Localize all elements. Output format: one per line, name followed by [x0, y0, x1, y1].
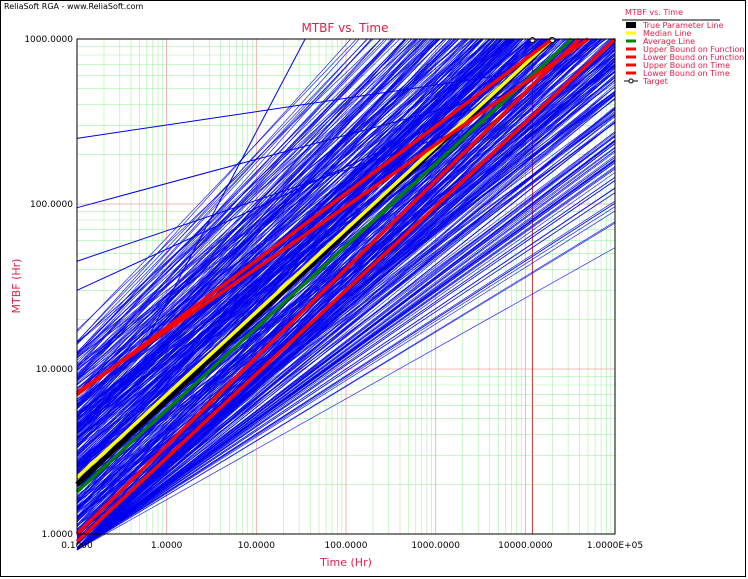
target-marker	[549, 37, 556, 43]
x-tick-label: 1.0000E+05	[587, 541, 643, 551]
legend-target-marker	[628, 78, 634, 84]
legend-swatch	[626, 47, 636, 51]
x-tick-labels: 0.1000 1.0000 10.0000 100.0000 1000.0000 1000…	[61, 541, 643, 551]
y-tick-label: 1000.0000	[24, 35, 73, 45]
mtbf-chart: MTBF vs. Time 0.1000 1.0000 10.0000 100.000…	[10, 8, 744, 569]
legend-swatch	[626, 31, 636, 35]
x-tick-label: 10.0000	[238, 541, 275, 551]
x-tick-label: 1000.0000	[411, 541, 460, 551]
target-marker	[529, 37, 536, 43]
legend-swatch	[626, 71, 636, 75]
x-tick-label: 10000.0000	[498, 541, 553, 551]
y-tick-label: 1.0000	[42, 530, 74, 540]
y-tick-labels: 1.0000 10.0000 100.0000 1000.0000	[24, 35, 73, 540]
legend-swatch	[626, 39, 636, 43]
x-tick-label: 100.0000	[325, 541, 368, 551]
y-axis-title: MTBF (Hr)	[10, 259, 23, 314]
x-tick-label: 0.1000	[61, 541, 93, 551]
x-axis-title: Time (Hr)	[319, 556, 372, 569]
legend-items: True Parameter LineMedian LineAverage Li…	[624, 21, 744, 86]
legend: MTBF vs. Time True Parameter LineMedian …	[622, 8, 744, 86]
x-tick-label: 1.0000	[151, 541, 183, 551]
legend-title: MTBF vs. Time	[625, 8, 683, 17]
legend-swatch	[626, 63, 636, 67]
y-tick-label: 100.0000	[30, 200, 73, 210]
legend-swatch	[626, 22, 636, 28]
legend-label: Target	[642, 77, 668, 86]
y-tick-label: 10.0000	[36, 365, 73, 375]
chart-title: MTBF vs. Time	[302, 21, 389, 35]
legend-swatch	[626, 55, 636, 59]
